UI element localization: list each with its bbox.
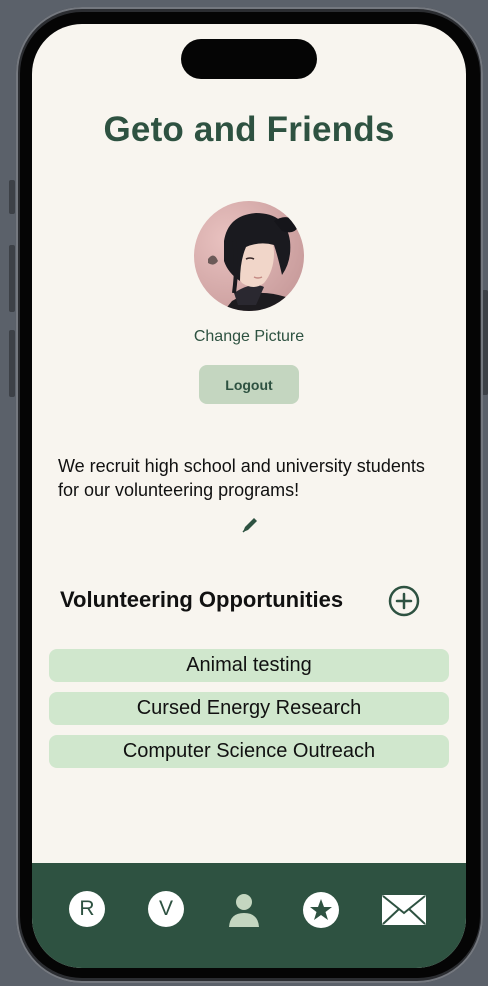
tab-v[interactable]: V <box>148 891 186 929</box>
tab-profile[interactable] <box>225 891 263 929</box>
volume-down-button <box>9 330 15 397</box>
opportunity-item[interactable]: Animal testing <box>49 649 449 682</box>
opportunities-list: Animal testing Cursed Energy Research Co… <box>49 649 449 778</box>
tab-messages[interactable] <box>381 891 429 929</box>
opportunities-heading: Volunteering Opportunities <box>60 587 344 612</box>
r-circle-icon: R <box>69 891 105 927</box>
avatar <box>194 201 304 311</box>
envelope-icon <box>382 895 426 925</box>
plus-circle-icon[interactable] <box>387 584 421 618</box>
opportunity-item[interactable]: Computer Science Outreach <box>49 735 449 768</box>
pencil-icon[interactable] <box>240 515 260 535</box>
bio-text: We recruit high school and university st… <box>58 456 425 500</box>
logout-button[interactable]: Logout <box>199 365 299 404</box>
page-title: Geto and Friends <box>103 110 395 149</box>
star-circle-icon <box>303 892 339 928</box>
person-icon <box>229 894 259 927</box>
v-circle-icon: V <box>148 891 184 927</box>
volume-up-button <box>9 245 15 312</box>
dynamic-island <box>181 39 317 79</box>
avatar-portrait-image <box>194 201 304 311</box>
opportunity-item[interactable]: Cursed Energy Research <box>49 692 449 725</box>
app-screen: Geto and Friends Change Picture Logout W… <box>32 24 466 968</box>
tab-r[interactable]: R <box>69 891 107 929</box>
tab-favorites[interactable] <box>302 891 340 929</box>
change-picture-link[interactable]: Change Picture <box>32 328 466 346</box>
tab-bar: R V <box>32 863 466 968</box>
action-button <box>9 180 15 214</box>
